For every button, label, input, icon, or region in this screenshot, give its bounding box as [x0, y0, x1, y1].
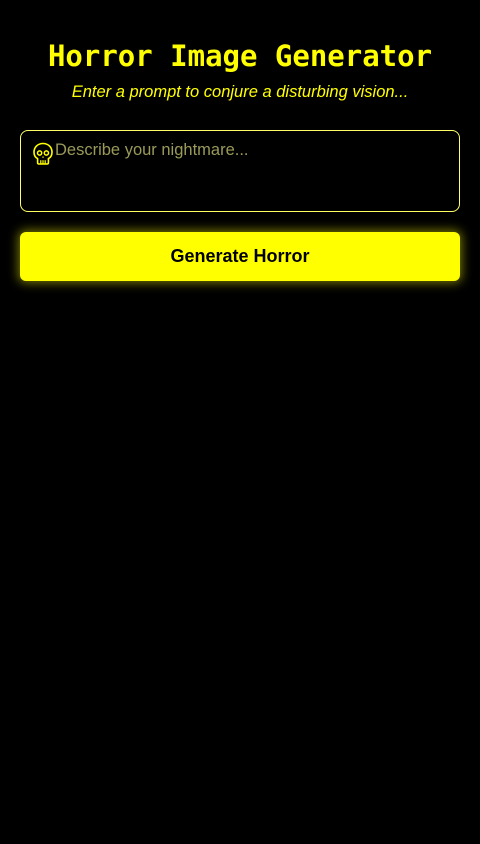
page-title: Horror Image Generator — [47, 39, 433, 73]
generate-button[interactable]: Generate Horror — [20, 232, 460, 281]
page-subtitle: Enter a prompt to conjure a disturbing v… — [71, 83, 409, 101]
skull-icon — [33, 142, 53, 165]
page: Horror Image Generator Enter a prompt to… — [0, 0, 480, 844]
prompt-input[interactable] — [55, 140, 449, 203]
prompt-field-container[interactable] — [20, 130, 460, 212]
